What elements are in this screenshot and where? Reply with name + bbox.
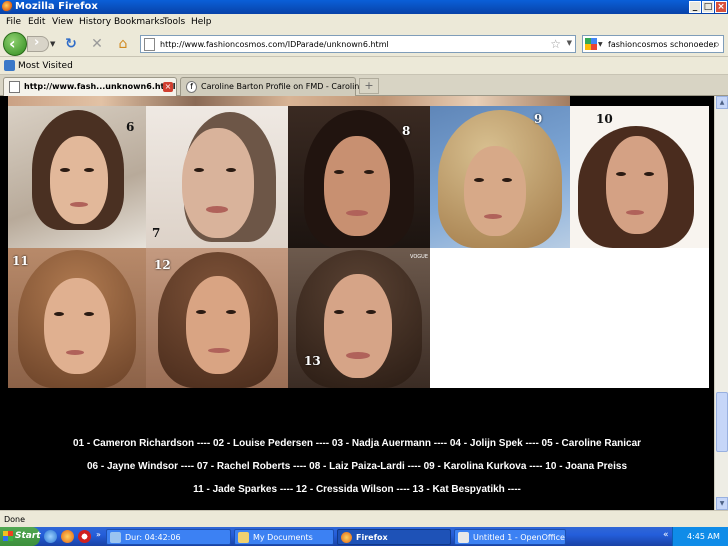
search-bar[interactable]: ▼ fashioncosmos schonoeder ⌕ xyxy=(582,35,724,53)
navigation-toolbar: ‹ › ▼ ↻ ✕ ⌂ http://www.fashioncosmos.com… xyxy=(0,30,728,57)
opera-quicklaunch-icon[interactable] xyxy=(78,530,91,543)
task-dur[interactable]: Dur: 04:42:06 xyxy=(106,529,231,545)
menu-help[interactable]: Help xyxy=(191,16,212,28)
bookmark-star-icon[interactable]: ☆ xyxy=(550,36,561,52)
forward-arrow-icon: › xyxy=(34,35,40,50)
task-label: My Documents xyxy=(253,533,313,542)
names-line-3: 11 - Jade Sparkes ---- 12 - Cressida Wil… xyxy=(193,484,521,495)
clock: 4:45 AM xyxy=(687,532,720,541)
back-arrow-icon: ‹ xyxy=(9,34,16,53)
facebook-icon: f xyxy=(186,81,197,93)
photo-number: 8 xyxy=(402,124,411,138)
model-photo-12[interactable]: 12 xyxy=(146,248,288,388)
model-photo-8[interactable]: 8 xyxy=(288,106,430,248)
model-photo-10[interactable]: 10 xyxy=(570,106,709,248)
status-text: Done xyxy=(4,515,26,524)
tab-label: Caroline Barton Profile on FMD - Carolin… xyxy=(201,82,368,91)
document-icon xyxy=(458,532,469,543)
address-dropdown-icon[interactable]: ▼ xyxy=(567,39,572,47)
status-bar: Done xyxy=(0,510,728,527)
vogue-watermark: VOGUE xyxy=(410,254,428,260)
menu-view[interactable]: View xyxy=(52,16,73,28)
model-photo-7[interactable]: 7 xyxy=(146,106,288,248)
system-tray: « 4:45 AM xyxy=(663,527,728,546)
search-icon[interactable]: ⌕ xyxy=(713,36,720,52)
maximize-button[interactable]: □ xyxy=(702,1,714,13)
photo-number: 7 xyxy=(152,226,161,240)
menu-history[interactable]: History xyxy=(79,16,111,28)
tab-bar: http://www.fash...unknown6.html × f Caro… xyxy=(0,75,728,96)
task-openoffice[interactable]: Untitled 1 - OpenOffice.... xyxy=(454,529,566,545)
photo-number: 11 xyxy=(12,254,29,268)
model-photo-11[interactable]: 11 xyxy=(8,248,146,388)
windows-taskbar: Start » Dur: 04:42:06 My Documents Firef… xyxy=(0,527,728,546)
home-icon[interactable]: ⌂ xyxy=(115,36,131,52)
firefox-icon xyxy=(341,532,352,543)
tab-active[interactable]: http://www.fash...unknown6.html × xyxy=(3,77,177,96)
tab-caroline-barton[interactable]: f Caroline Barton Profile on FMD - Carol… xyxy=(180,77,367,96)
scroll-up-icon[interactable]: ▲ xyxy=(716,96,728,109)
scroll-down-icon[interactable]: ▼ xyxy=(716,497,728,510)
reload-icon[interactable]: ↻ xyxy=(63,36,79,52)
windows-logo-icon xyxy=(3,531,13,541)
scrollbar-thumb[interactable] xyxy=(716,392,728,452)
names-line-1: 01 - Cameron Richardson ---- 02 - Louise… xyxy=(72,438,642,449)
back-button[interactable]: ‹ xyxy=(3,32,27,56)
photo-number: 6 xyxy=(126,120,135,134)
bookmark-folder-icon xyxy=(4,60,15,71)
window-titlebar: Mozilla Firefox _ □ × xyxy=(0,0,728,14)
firefox-icon xyxy=(2,1,13,12)
search-engine-dropdown-icon[interactable]: ▼ xyxy=(598,41,603,48)
page-icon xyxy=(9,81,20,93)
menu-bar: File Edit View History Bookmarks Tools H… xyxy=(0,14,728,30)
task-my-documents[interactable]: My Documents xyxy=(234,529,334,545)
photo-number: 12 xyxy=(154,258,171,272)
vertical-scrollbar[interactable]: ▲ ▼ xyxy=(714,96,728,510)
menu-tools[interactable]: Tools xyxy=(163,16,185,28)
model-photo-13[interactable]: VOGUE 13 xyxy=(288,248,430,388)
bookmarks-toolbar: Most Visited xyxy=(0,57,728,75)
ie-quicklaunch-icon[interactable] xyxy=(44,530,57,543)
app-icon xyxy=(110,532,121,543)
photo-number: 13 xyxy=(304,354,321,368)
google-icon[interactable] xyxy=(585,38,597,50)
previous-row-photos xyxy=(8,96,570,106)
task-firefox[interactable]: Firefox xyxy=(337,529,451,545)
quicklaunch-more-icon[interactable]: » xyxy=(96,530,101,539)
firefox-quicklaunch-icon[interactable] xyxy=(61,530,74,543)
model-photo-9[interactable]: 9 xyxy=(430,106,570,248)
start-button[interactable]: Start xyxy=(0,527,41,546)
new-tab-button[interactable]: + xyxy=(359,78,379,94)
tray-expand-icon[interactable]: « xyxy=(663,530,669,540)
model-names-list: 01 - Cameron Richardson ---- 02 - Louise… xyxy=(0,432,714,501)
page-content: 6 7 8 9 10 11 12 VOGUE 13 01 - Cameron R… xyxy=(0,96,728,510)
forward-button[interactable]: › xyxy=(27,35,49,52)
folder-icon xyxy=(238,532,249,543)
start-label: Start xyxy=(15,531,41,541)
menu-file[interactable]: File xyxy=(6,16,21,28)
menu-edit[interactable]: Edit xyxy=(28,16,45,28)
search-input[interactable]: fashioncosmos schonoeder xyxy=(608,39,717,50)
window-title: Mozilla Firefox xyxy=(15,1,98,12)
close-tab-icon[interactable]: × xyxy=(163,82,173,92)
tab-label: http://www.fash...unknown6.html xyxy=(24,82,176,91)
menu-bookmarks[interactable]: Bookmarks xyxy=(114,16,164,28)
page-icon xyxy=(144,38,155,51)
history-dropdown-icon[interactable]: ▼ xyxy=(50,40,55,48)
task-label: Untitled 1 - OpenOffice.... xyxy=(473,533,566,542)
task-label: Dur: 04:42:06 xyxy=(125,533,181,542)
stop-icon[interactable]: ✕ xyxy=(89,36,105,52)
task-label: Firefox xyxy=(356,533,388,542)
names-line-2: 06 - Jayne Windsor ---- 07 - Rachel Robe… xyxy=(86,461,628,472)
address-url: http://www.fashioncosmos.com/IDParade/un… xyxy=(160,40,389,49)
photo-number: 10 xyxy=(596,112,613,126)
bookmark-most-visited[interactable]: Most Visited xyxy=(18,60,73,72)
model-photo-6[interactable]: 6 xyxy=(8,106,146,248)
address-bar[interactable]: http://www.fashioncosmos.com/IDParade/un… xyxy=(140,35,576,53)
close-button[interactable]: × xyxy=(715,1,727,13)
minimize-button[interactable]: _ xyxy=(689,1,701,13)
photo-number: 9 xyxy=(534,112,543,126)
empty-cell xyxy=(430,248,709,388)
